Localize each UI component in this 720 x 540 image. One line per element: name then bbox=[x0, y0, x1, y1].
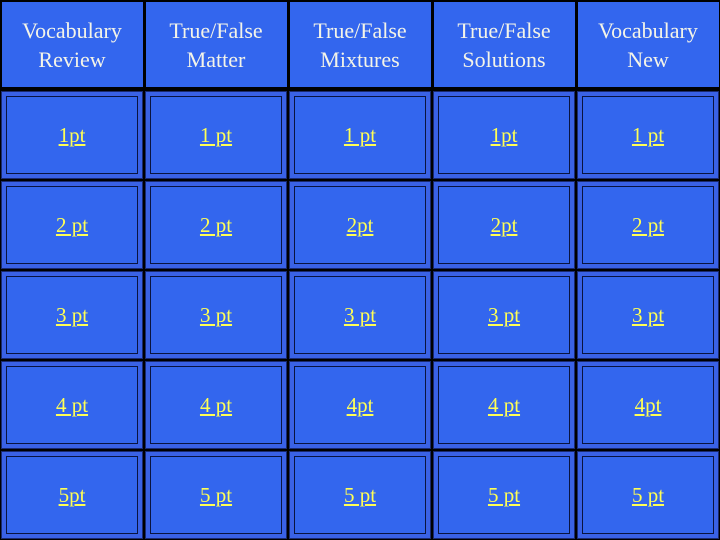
category-header: True/False Solutions bbox=[433, 2, 575, 87]
point-link[interactable]: 1 pt bbox=[632, 123, 664, 148]
tile-face: 1 pt bbox=[294, 96, 426, 174]
point-link[interactable]: 3 pt bbox=[200, 303, 232, 328]
tile-face: 3 pt bbox=[294, 276, 426, 354]
tile-face: 4pt bbox=[294, 366, 426, 444]
point-link[interactable]: 5pt bbox=[59, 483, 86, 508]
category-line1: Vocabulary bbox=[598, 17, 698, 43]
tile-face: 2pt bbox=[294, 186, 426, 264]
tile-face: 2 pt bbox=[150, 186, 282, 264]
question-tile[interactable]: 3 pt bbox=[1, 271, 143, 359]
category-line2: New bbox=[627, 46, 669, 72]
category-header: True/False Mixtures bbox=[289, 2, 431, 87]
question-tile[interactable]: 5 pt bbox=[289, 451, 431, 539]
point-row: 2 pt 2 pt 2pt 2pt 2 pt bbox=[0, 180, 720, 270]
category-line2: Mixtures bbox=[320, 46, 400, 72]
point-link[interactable]: 3 pt bbox=[56, 303, 88, 328]
tile-face: 5 pt bbox=[438, 456, 570, 534]
question-tile[interactable]: 5pt bbox=[1, 451, 143, 539]
tile-face: 1pt bbox=[6, 96, 138, 174]
point-row: 4 pt 4 pt 4pt 4 pt 4pt bbox=[0, 360, 720, 450]
question-tile[interactable]: 4 pt bbox=[1, 361, 143, 449]
tile-face: 5 pt bbox=[150, 456, 282, 534]
question-tile[interactable]: 5 pt bbox=[145, 451, 287, 539]
question-tile[interactable]: 1 pt bbox=[577, 91, 719, 179]
question-tile[interactable]: 2pt bbox=[433, 181, 575, 269]
tile-face: 4pt bbox=[582, 366, 714, 444]
tile-face: 5 pt bbox=[582, 456, 714, 534]
category-line2: Solutions bbox=[462, 46, 546, 72]
category-header: Vocabulary Review bbox=[1, 2, 143, 87]
point-link[interactable]: 2 pt bbox=[200, 213, 232, 238]
category-line1: True/False bbox=[457, 17, 551, 43]
point-link[interactable]: 1pt bbox=[59, 123, 86, 148]
point-link[interactable]: 2pt bbox=[347, 213, 374, 238]
question-tile[interactable]: 1pt bbox=[1, 91, 143, 179]
category-line1: Vocabulary bbox=[22, 17, 122, 43]
point-link[interactable]: 5 pt bbox=[632, 483, 664, 508]
point-link[interactable]: 4pt bbox=[347, 393, 374, 418]
point-link[interactable]: 4 pt bbox=[200, 393, 232, 418]
tile-face: 1pt bbox=[438, 96, 570, 174]
point-link[interactable]: 5 pt bbox=[488, 483, 520, 508]
question-tile[interactable]: 3 pt bbox=[145, 271, 287, 359]
tile-face: 4 pt bbox=[6, 366, 138, 444]
category-line2: Review bbox=[38, 46, 106, 72]
question-tile[interactable]: 2 pt bbox=[145, 181, 287, 269]
question-tile[interactable]: 5 pt bbox=[433, 451, 575, 539]
question-tile[interactable]: 2pt bbox=[289, 181, 431, 269]
point-link[interactable]: 3 pt bbox=[632, 303, 664, 328]
question-tile[interactable]: 1pt bbox=[433, 91, 575, 179]
point-link[interactable]: 1pt bbox=[491, 123, 518, 148]
point-link[interactable]: 2 pt bbox=[632, 213, 664, 238]
tile-face: 3 pt bbox=[150, 276, 282, 354]
point-link[interactable]: 1 pt bbox=[200, 123, 232, 148]
question-tile[interactable]: 2 pt bbox=[577, 181, 719, 269]
question-tile[interactable]: 3 pt bbox=[433, 271, 575, 359]
point-link[interactable]: 4pt bbox=[635, 393, 662, 418]
question-tile[interactable]: 1 pt bbox=[289, 91, 431, 179]
point-link[interactable]: 1 pt bbox=[344, 123, 376, 148]
question-tile[interactable]: 4pt bbox=[289, 361, 431, 449]
tile-face: 5pt bbox=[6, 456, 138, 534]
category-header: True/False Matter bbox=[145, 2, 287, 87]
tile-face: 4 pt bbox=[438, 366, 570, 444]
question-tile[interactable]: 3 pt bbox=[289, 271, 431, 359]
tile-face: 4 pt bbox=[150, 366, 282, 444]
question-tile[interactable]: 1 pt bbox=[145, 91, 287, 179]
point-grid: 1pt 1 pt 1 pt 1pt 1 pt 2 pt 2 pt 2pt 2pt 2 pt 3 pt… bbox=[0, 90, 720, 540]
point-link[interactable]: 5 pt bbox=[344, 483, 376, 508]
point-link[interactable]: 4 pt bbox=[56, 393, 88, 418]
category-line1: True/False bbox=[169, 17, 263, 43]
question-tile[interactable]: 4 pt bbox=[433, 361, 575, 449]
tile-face: 3 pt bbox=[6, 276, 138, 354]
point-link[interactable]: 3 pt bbox=[488, 303, 520, 328]
tile-face: 2 pt bbox=[6, 186, 138, 264]
question-tile[interactable]: 3 pt bbox=[577, 271, 719, 359]
tile-face: 1 pt bbox=[582, 96, 714, 174]
point-link[interactable]: 2 pt bbox=[56, 213, 88, 238]
question-tile[interactable]: 4 pt bbox=[145, 361, 287, 449]
tile-face: 2pt bbox=[438, 186, 570, 264]
point-link[interactable]: 5 pt bbox=[200, 483, 232, 508]
question-tile[interactable]: 2 pt bbox=[1, 181, 143, 269]
question-tile[interactable]: 5 pt bbox=[577, 451, 719, 539]
category-header: Vocabulary New bbox=[577, 2, 719, 87]
jeopardy-board: Vocabulary Review True/False Matter True/Fal… bbox=[0, 0, 720, 540]
category-header-row: Vocabulary Review True/False Matter True/Fal… bbox=[0, 0, 720, 90]
point-link[interactable]: 3 pt bbox=[344, 303, 376, 328]
category-line2: Matter bbox=[186, 46, 246, 72]
tile-face: 3 pt bbox=[582, 276, 714, 354]
point-link[interactable]: 2pt bbox=[491, 213, 518, 238]
category-line1: True/False bbox=[313, 17, 407, 43]
tile-face: 3 pt bbox=[438, 276, 570, 354]
point-row: 1pt 1 pt 1 pt 1pt 1 pt bbox=[0, 90, 720, 180]
tile-face: 1 pt bbox=[150, 96, 282, 174]
point-row: 3 pt 3 pt 3 pt 3 pt 3 pt bbox=[0, 270, 720, 360]
tile-face: 2 pt bbox=[582, 186, 714, 264]
tile-face: 5 pt bbox=[294, 456, 426, 534]
point-link[interactable]: 4 pt bbox=[488, 393, 520, 418]
question-tile[interactable]: 4pt bbox=[577, 361, 719, 449]
point-row: 5pt 5 pt 5 pt 5 pt 5 pt bbox=[0, 450, 720, 540]
